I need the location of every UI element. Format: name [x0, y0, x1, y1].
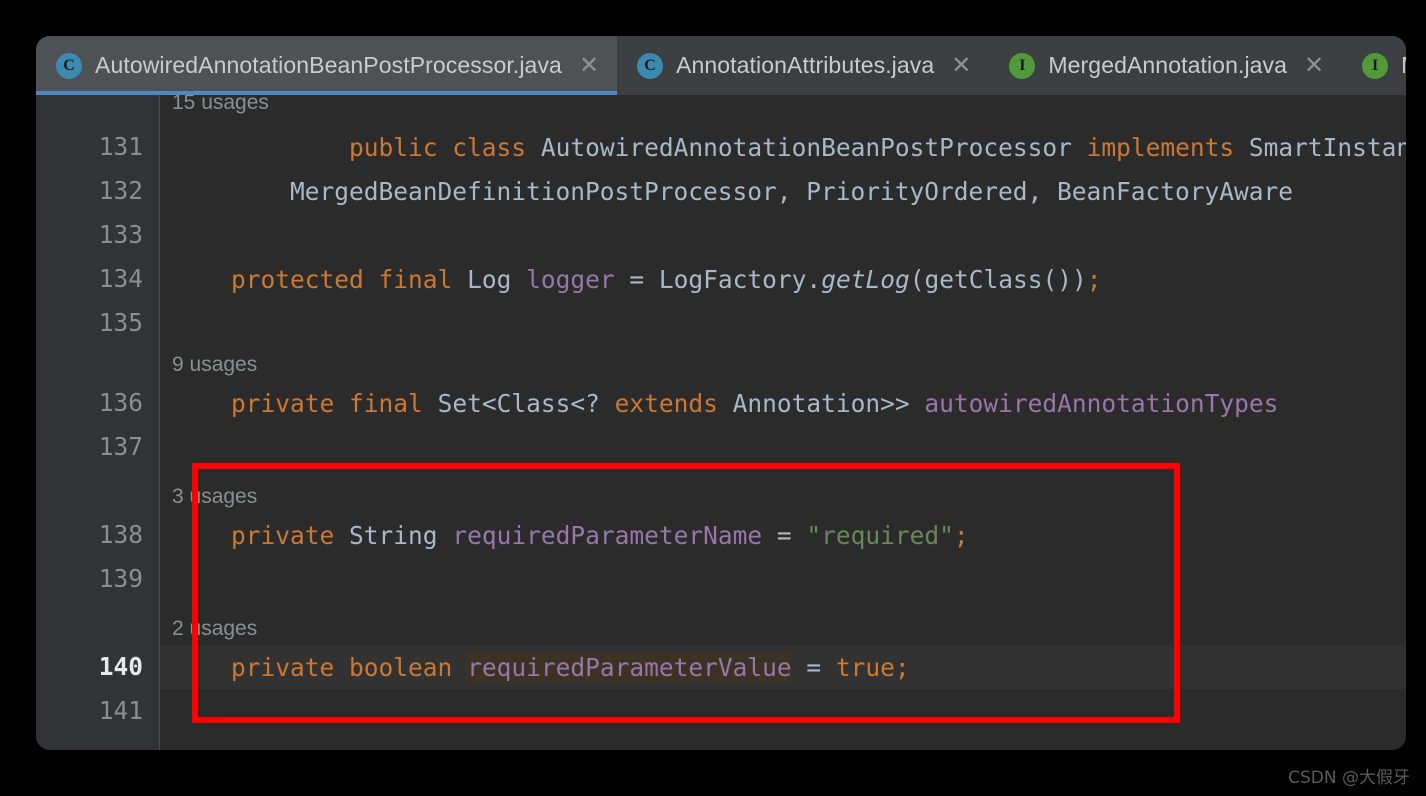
keyword-private: private	[231, 652, 335, 682]
tab-autowiredannotationbeanpostprocessor[interactable]: C AutowiredAnnotationBeanPostProcessor.j…	[36, 36, 618, 95]
editor-gutter[interactable]: 131 132 133 134 135 136 137 138 139 140 …	[36, 95, 160, 750]
interface-icon: I	[1362, 52, 1389, 79]
editor-body[interactable]: 131 132 133 134 135 136 137 138 139 140 …	[36, 95, 1406, 750]
assign-operator: =	[806, 652, 822, 682]
keyword-protected: protected	[231, 264, 364, 294]
line-number: 138	[98, 520, 143, 549]
field-logger: logger	[526, 264, 615, 294]
tab-label: MergedAnnotation.java	[1048, 52, 1288, 78]
keyword-private: private	[231, 520, 335, 550]
type-set-class: Set<Class<?	[437, 388, 600, 418]
type-log: Log	[467, 264, 512, 294]
keyword-implements: implements	[1086, 132, 1235, 162]
line-number: 132	[98, 176, 143, 205]
close-icon[interactable]: ✕	[579, 53, 599, 78]
csdn-watermark: CSDN @大假牙	[1288, 768, 1410, 788]
tab-label: AutowiredAnnotationBeanPostProcessor.jav…	[95, 52, 562, 78]
usages-hint-2[interactable]: 2 usages	[160, 611, 1406, 647]
code-line-136: private final Set<Class<? extends Annota…	[160, 381, 1406, 425]
editor-tab-bar: C AutowiredAnnotationBeanPostProcessor.j…	[36, 36, 1406, 95]
field-requiredparametername: requiredParameterName	[452, 520, 763, 550]
line-number-current: 140	[98, 652, 143, 681]
tab-annotationattributes[interactable]: C AnnotationAttributes.java ✕	[617, 36, 990, 95]
type-string: String	[349, 520, 438, 550]
field-requiredparametervalue: requiredParameterValue	[467, 652, 792, 682]
line-number: 133	[98, 220, 143, 249]
tab-label: AnnotationAttributes.java	[676, 52, 935, 78]
code-line-140: private boolean requiredParameterValue =…	[160, 645, 1406, 689]
interface-icon: I	[1009, 52, 1036, 79]
semicolon: ;	[953, 520, 969, 550]
line-number: 139	[98, 564, 143, 593]
line-number: 137	[98, 432, 143, 461]
keyword-boolean: boolean	[349, 652, 453, 682]
static-method-getlog: getLog	[821, 264, 910, 294]
code-line-131: public class AutowiredAnnotationBeanPost…	[160, 125, 1406, 169]
tab-partially-visible[interactable]: I M	[1342, 36, 1406, 95]
close-icon[interactable]: ✕	[1304, 53, 1324, 78]
keyword-public: public	[349, 132, 438, 162]
keyword-private: private	[231, 388, 335, 418]
class-icon: C	[637, 52, 664, 79]
close-icon[interactable]: ✕	[951, 53, 971, 78]
line-number: 131	[98, 132, 143, 161]
tab-label: M	[1401, 52, 1406, 79]
line-number: 134	[98, 264, 143, 293]
field-autowiredannotationtypes: autowiredAnnotationTypes	[924, 388, 1279, 418]
class-logfactory: LogFactory.	[658, 264, 822, 294]
code-area[interactable]: 15 usages public class AutowiredAnnotati…	[160, 95, 1406, 750]
semicolon: ;	[894, 652, 910, 682]
tab-mergedannotation[interactable]: I MergedAnnotation.java ✕	[989, 36, 1343, 95]
assign-operator: =	[629, 264, 645, 294]
line-number: 135	[98, 308, 143, 337]
line-number: 141	[98, 696, 143, 725]
string-literal-required: "required"	[806, 520, 954, 550]
usages-hint-9[interactable]: 9 usages	[160, 347, 1406, 383]
usages-hint-3[interactable]: 3 usages	[160, 479, 1406, 515]
keyword-final: final	[378, 264, 453, 294]
keyword-class: class	[452, 132, 527, 162]
line-number: 136	[98, 388, 143, 417]
implements-list: MergedBeanDefinitionPostProcessor, Prior…	[290, 176, 1294, 206]
method-args: (getClass())	[909, 264, 1087, 294]
semicolon: ;	[1086, 264, 1102, 294]
code-line-138: private String requiredParameterName = "…	[160, 513, 1406, 557]
class-icon: C	[56, 52, 82, 79]
keyword-extends: extends	[614, 388, 718, 418]
type-annotation: Annotation>>	[732, 388, 910, 418]
usages-hint-clipped-bottom[interactable]: 2 usages	[160, 743, 1406, 750]
class-name: AutowiredAnnotationBeanPostProcessor	[540, 132, 1072, 162]
ide-editor-panel: C AutowiredAnnotationBeanPostProcessor.j…	[36, 36, 1406, 750]
boolean-literal-true: true	[835, 652, 895, 682]
keyword-final: final	[349, 388, 423, 418]
assign-operator: =	[776, 520, 792, 550]
code-line-132: MergedBeanDefinitionPostProcessor, Prior…	[160, 169, 1406, 213]
code-line-134: protected final Log logger = LogFactory.…	[160, 257, 1406, 301]
screenshot-root: C AutowiredAnnotationBeanPostProcessor.j…	[0, 0, 1426, 796]
interface-name-clipped: SmartInstantiat	[1248, 132, 1406, 162]
